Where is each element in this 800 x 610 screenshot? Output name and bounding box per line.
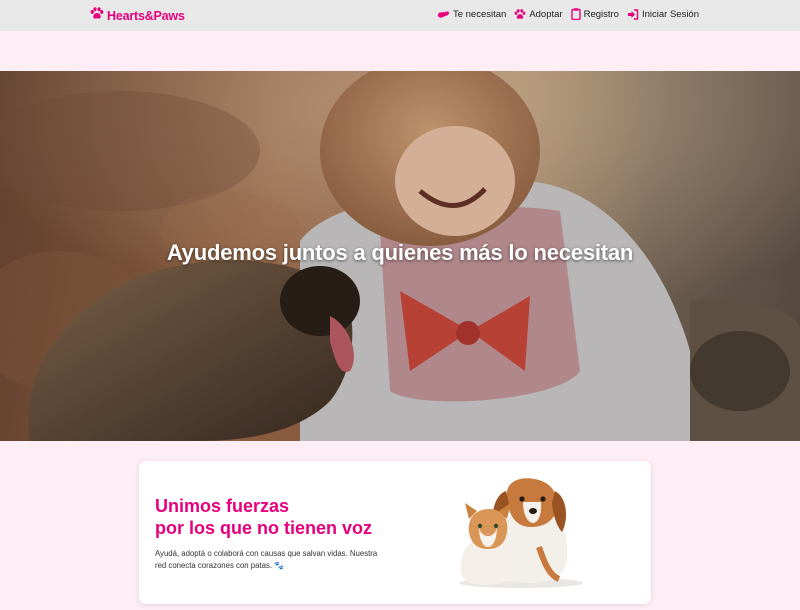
sign-in-icon xyxy=(627,8,639,20)
nav-link-adoptar[interactable]: Adoptar xyxy=(514,8,563,20)
hero-title: Ayudemos juntos a quienes más lo necesit… xyxy=(166,240,634,265)
brand-logo-link[interactable]: Hearts&Paws xyxy=(90,7,185,25)
card-heading-line-2: por los que no tienen voz xyxy=(155,518,373,538)
card-description: Ayudá, adoptá o colaborá con causas que … xyxy=(155,549,378,570)
paw-icon xyxy=(514,8,526,20)
nav-link-registro[interactable]: Registro xyxy=(570,8,619,20)
heart-hand-icon xyxy=(437,9,450,19)
card-heading: Unimos fuerzas por los que no tienen voz xyxy=(155,495,372,539)
clipboard-icon xyxy=(570,8,581,20)
nav-link-label: Adoptar xyxy=(529,8,563,20)
puppy-kitten-image xyxy=(459,478,583,588)
nav-link-label: Te necesitan xyxy=(452,8,507,20)
nav-link-te-necesitan[interactable]: Te necesitan xyxy=(437,9,506,20)
nav-link-iniciar-sesion[interactable]: Iniciar Sesión xyxy=(627,9,699,20)
mission-card: Unimos fuerzas por los que no tienen voz… xyxy=(139,461,651,604)
paw-logo-icon xyxy=(90,7,104,25)
nav-link-label: Iniciar Sesión xyxy=(641,8,699,20)
card-heading-line-1: Unimos fuerzas xyxy=(155,496,290,516)
navbar: Hearts&Paws Te necesitan Adoptar Registr… xyxy=(0,0,800,31)
nav-links: Te necesitan Adoptar Registro Iniciar Se… xyxy=(437,8,699,20)
nav-link-label: Registro xyxy=(583,8,619,20)
brand-name: Hearts&Paws xyxy=(107,9,185,23)
hero-banner: Ayudemos juntos a quienes más lo necesit… xyxy=(0,71,800,441)
